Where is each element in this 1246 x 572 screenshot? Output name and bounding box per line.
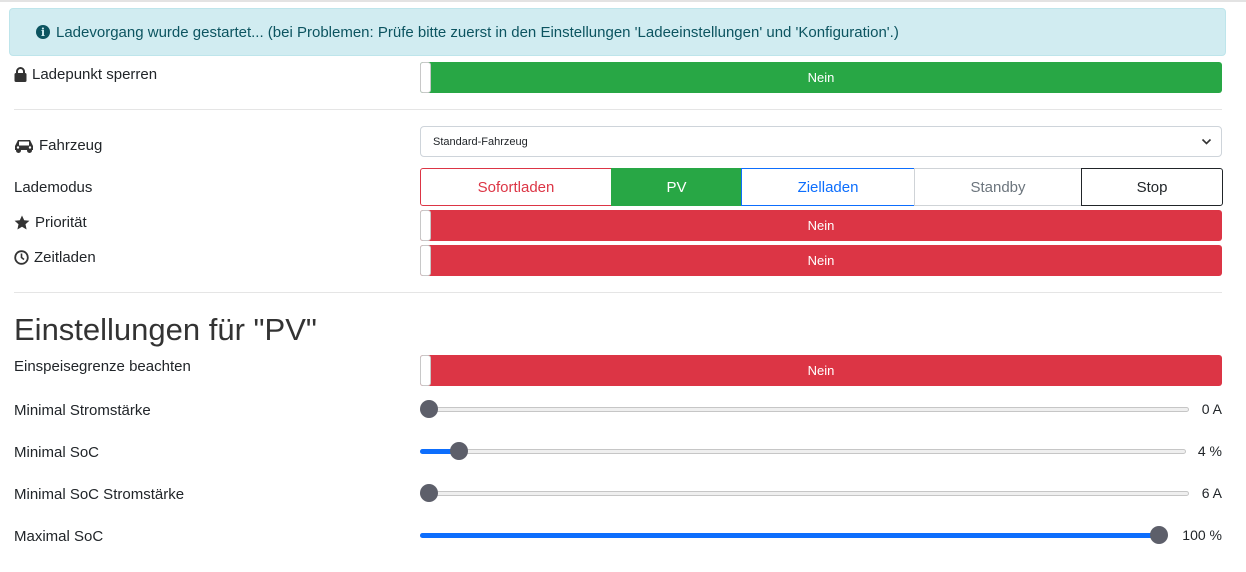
divider	[14, 292, 1222, 293]
lademodus-label: Lademodus	[14, 179, 93, 196]
zeitladen-value: Nein	[807, 253, 835, 268]
fahrzeug-selected: Standard-Fahrzeug	[433, 135, 528, 148]
prioritaet-label: Priorität	[35, 214, 87, 231]
lademodus-label-row: Lademodus	[14, 179, 92, 196]
ladepunkt-sperren-toggle[interactable]: Nein	[420, 62, 1222, 93]
einspeisegrenze-value: Nein	[807, 363, 835, 378]
slider-thumb[interactable]	[1150, 526, 1168, 544]
lock-label-row: Ladepunkt sperren	[14, 66, 157, 83]
pv-settings-heading: Einstellungen für "PV"	[14, 312, 317, 347]
minimal-soc-stromstaerke-label: Minimal SoC Stromstärke	[14, 486, 185, 503]
minimal-soc-stromstaerke-value: 6 A	[1201, 485, 1222, 501]
minimal-soc-stromstaerke-label-row: Minimal SoC Stromstärke	[14, 486, 184, 503]
prioritaet-value: Nein	[807, 218, 835, 233]
fahrzeug-select[interactable]: Standard-Fahrzeug	[420, 126, 1222, 157]
slider-track	[420, 407, 1189, 412]
zeitladen-label: Zeitladen	[34, 249, 96, 266]
mode-label: Stop	[1136, 178, 1168, 196]
mode-label: Standby	[970, 178, 1026, 196]
minimal-soc-value: 4 %	[1197, 443, 1222, 459]
minimal-stromstaerke-label-row: Minimal Stromstärke	[14, 402, 151, 419]
star-icon	[14, 215, 30, 230]
slider-track	[420, 491, 1189, 496]
ladepunkt-sperren-label: Ladepunkt sperren	[32, 66, 158, 83]
minimal-stromstaerke-label: Minimal Stromstärke	[14, 402, 151, 419]
toggle-knob	[420, 210, 431, 241]
maximal-soc-value: 100 %	[1182, 527, 1222, 543]
fahrzeug-label-row: Fahrzeug	[14, 137, 102, 154]
clock-icon	[14, 250, 29, 265]
alert-text: Ladevorgang wurde gestartet... (bei Prob…	[56, 23, 899, 41]
top-border	[0, 0, 1246, 2]
zeitladen-label-row: Zeitladen	[14, 249, 96, 266]
slider-thumb[interactable]	[420, 484, 438, 502]
mode-sofortladen-button[interactable]: Sofortladen	[420, 168, 612, 206]
slider-track	[420, 449, 1186, 454]
minimal-soc-label: Minimal SoC	[14, 444, 100, 461]
lock-icon	[14, 67, 27, 82]
fahrzeug-label: Fahrzeug	[39, 137, 103, 154]
ladepunkt-sperren-value: Nein	[807, 70, 835, 85]
car-icon	[15, 140, 33, 153]
einspeisegrenze-toggle[interactable]: Nein	[420, 355, 1222, 386]
maximal-soc-label-row: Maximal SoC	[14, 528, 103, 545]
minimal-stromstaerke-value: 0 A	[1201, 401, 1222, 417]
mode-stop-button[interactable]: Stop	[1081, 168, 1223, 206]
mode-zielladen-button[interactable]: Zielladen	[741, 168, 915, 206]
mode-label: Sofortladen	[477, 178, 555, 196]
toggle-knob	[420, 62, 431, 93]
slider-thumb[interactable]	[449, 442, 468, 460]
zeitladen-toggle[interactable]: Nein	[420, 245, 1222, 276]
info-circle-icon: i	[36, 25, 50, 39]
slider-fill	[420, 533, 1159, 538]
mode-label: Zielladen	[797, 178, 859, 196]
mode-label: PV	[666, 178, 687, 196]
minimal-soc-label-row: Minimal SoC	[14, 444, 99, 461]
prioritaet-toggle[interactable]: Nein	[420, 210, 1222, 241]
toggle-knob	[420, 355, 431, 386]
slider-thumb[interactable]	[420, 400, 438, 418]
lademodus-button-group: Sofortladen PV Zielladen Standby Stop	[420, 168, 1223, 206]
divider	[14, 109, 1222, 110]
info-alert: i Ladevorgang wurde gestartet... (bei Pr…	[9, 8, 1226, 56]
prioritaet-label-row: Priorität	[14, 214, 87, 231]
toggle-knob	[420, 245, 431, 276]
chevron-down-icon	[1201, 138, 1212, 145]
maximal-soc-label: Maximal SoC	[14, 528, 104, 545]
einspeisegrenze-label-row: Einspeisegrenze beachten	[14, 358, 191, 375]
mode-standby-button[interactable]: Standby	[914, 168, 1082, 206]
mode-pv-button[interactable]: PV	[611, 168, 742, 206]
einspeisegrenze-label: Einspeisegrenze beachten	[14, 358, 191, 375]
